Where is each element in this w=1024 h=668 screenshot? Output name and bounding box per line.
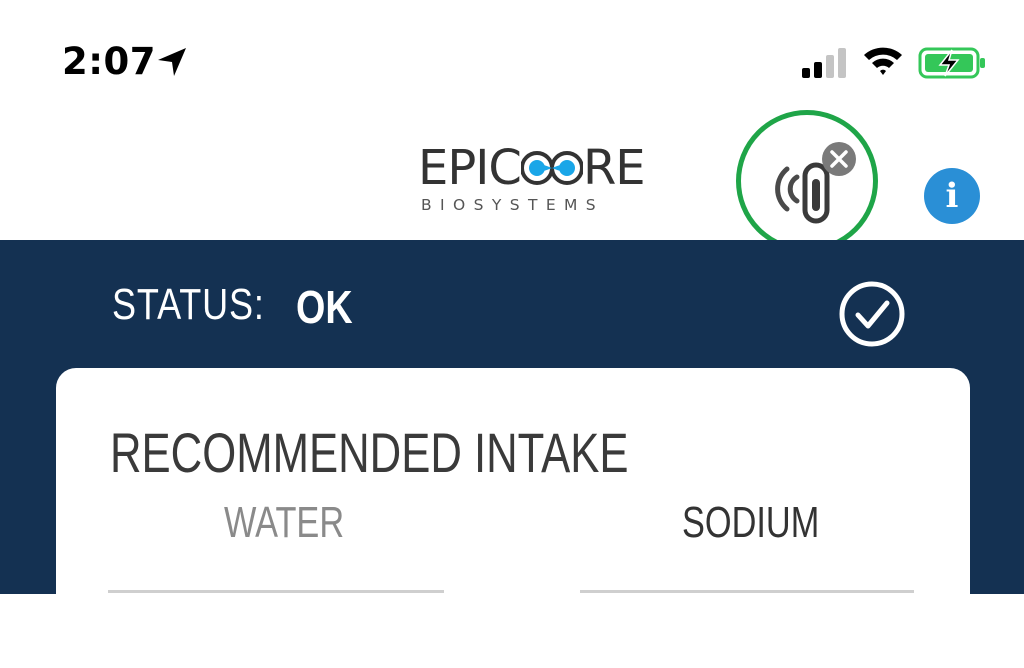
tab-water[interactable]: WATER <box>224 498 344 548</box>
status-value: OK <box>296 281 353 333</box>
info-button[interactable]: i <box>924 168 980 224</box>
location-arrow-icon <box>158 48 186 76</box>
logo-text-right: RE <box>582 140 646 196</box>
logo-droplet-mark-icon <box>520 151 583 185</box>
logo-subtitle: BIOSYSTEMS <box>421 196 605 214</box>
info-icon: i <box>945 176 959 216</box>
status-label: STATUS: <box>112 280 265 329</box>
battery-charging-icon <box>918 47 985 79</box>
epicore-logo: EPIC RE BIOSYSTEMS <box>418 140 650 220</box>
tab-water-underline <box>108 590 444 593</box>
logo-text-left: EPIC <box>418 140 522 196</box>
intake-title: RECOMMENDED INTAKE <box>110 421 629 484</box>
recommended-intake-card: RECOMMENDED INTAKE WATER SODIUM <box>56 368 970 668</box>
status-time: 2:07 <box>62 40 157 83</box>
status-bar: 2:07 <box>0 0 1024 110</box>
wifi-icon <box>864 47 902 75</box>
tab-sodium-underline <box>580 590 914 593</box>
cellular-signal-icon <box>802 48 846 78</box>
status-panel: STATUS: OK RECOMMENDED INTAKE WATER SODI… <box>0 240 1024 668</box>
sensor-connection-button[interactable] <box>736 110 878 252</box>
tab-sodium[interactable]: SODIUM <box>682 498 819 548</box>
wearable-sensor-disconnected-icon <box>775 142 856 224</box>
check-circle-icon <box>839 281 905 347</box>
